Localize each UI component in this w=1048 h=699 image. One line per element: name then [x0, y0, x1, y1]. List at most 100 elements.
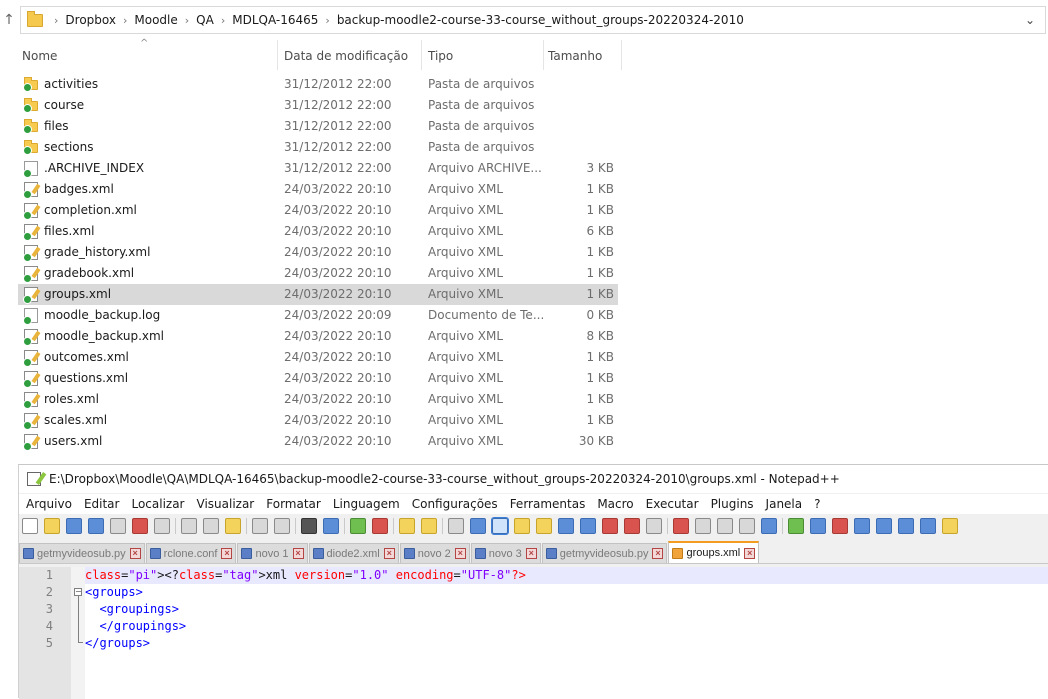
file-row[interactable]: activities 31/12/2012 22:00 Pasta de arqui…	[18, 74, 618, 95]
breadcrumb-item[interactable]: QA	[192, 13, 218, 27]
compare-diff-icon[interactable]	[832, 518, 848, 534]
file-tab[interactable]: diode2.xml ×	[308, 543, 399, 563]
column-header-size[interactable]: Tamanho	[544, 40, 622, 70]
replace-icon[interactable]	[323, 518, 339, 534]
first-diff-icon[interactable]	[854, 518, 870, 534]
show-all-chars-icon[interactable]	[470, 518, 486, 534]
new-file-icon[interactable]	[22, 518, 38, 534]
file-row[interactable]: gradebook.xml 24/03/2022 20:10 Arquivo XML…	[18, 263, 618, 284]
close-icon[interactable]: ×	[744, 547, 756, 559]
zoom-in-icon[interactable]	[350, 518, 366, 534]
undo-icon[interactable]	[252, 518, 268, 534]
view-icon[interactable]	[646, 518, 662, 534]
menu-item[interactable]: Arquivo	[21, 497, 77, 511]
menu-item[interactable]: Localizar	[126, 497, 189, 511]
close-file-icon[interactable]	[110, 518, 126, 534]
document-list-icon[interactable]	[558, 518, 574, 534]
address-bar[interactable]: › Dropbox › Moodle › QA › MDLQA-16465 › …	[20, 6, 1046, 34]
file-tab[interactable]: groups.xml ×	[668, 541, 760, 563]
close-icon[interactable]: ×	[221, 548, 233, 559]
editor-area[interactable]: 1 2 3 4 5 − class="pi"><?class="tag">xml ver…	[19, 567, 1048, 699]
menu-item[interactable]: Executar	[641, 497, 704, 511]
monitoring-icon[interactable]	[624, 518, 640, 534]
close-icon[interactable]: ×	[292, 548, 304, 559]
breadcrumb-item[interactable]: Moodle	[130, 13, 181, 27]
file-row[interactable]: roles.xml 24/03/2022 20:10 Arquivo XML 1 KB	[18, 389, 618, 410]
code-text[interactable]: class="pi"><?class="tag">xml version="1.…	[85, 567, 1048, 652]
run-macro-multiple-icon[interactable]	[739, 518, 755, 534]
file-tab[interactable]: getmyvideosub.py ×	[541, 543, 668, 563]
column-header-type[interactable]: Tipo	[424, 40, 544, 70]
save-icon[interactable]	[66, 518, 82, 534]
menu-item[interactable]: Visualizar	[192, 497, 260, 511]
zoom-out-icon[interactable]	[372, 518, 388, 534]
menu-item[interactable]: Macro	[592, 497, 638, 511]
stop-macro-icon[interactable]	[695, 518, 711, 534]
xml-check-icon[interactable]	[788, 518, 804, 534]
breadcrumb-item[interactable]: backup-moodle2-course-33-course_without_…	[333, 13, 748, 27]
folder-workspace-icon[interactable]	[602, 518, 618, 534]
redo-icon[interactable]	[274, 518, 290, 534]
file-row[interactable]: course 31/12/2012 22:00 Pasta de arquivos	[18, 95, 618, 116]
file-row[interactable]: moodle_backup.log 24/03/2022 20:09 Documen…	[18, 305, 618, 326]
chevron-down-icon[interactable]: ⌄	[1025, 13, 1035, 27]
menu-item[interactable]: Configurações	[407, 497, 503, 511]
play-macro-icon[interactable]	[717, 518, 733, 534]
file-row[interactable]: sections 31/12/2012 22:00 Pasta de arquivo…	[18, 137, 618, 158]
document-map-icon[interactable]	[536, 518, 552, 534]
file-row[interactable]: badges.xml 24/03/2022 20:10 Arquivo XML 1 K…	[18, 179, 618, 200]
file-tab[interactable]: getmyvideosub.py ×	[19, 543, 145, 563]
file-tab[interactable]: novo 2 ×	[399, 543, 470, 563]
menu-item[interactable]: Linguagem	[328, 497, 405, 511]
file-row[interactable]: outcomes.xml 24/03/2022 20:10 Arquivo XML 1…	[18, 347, 618, 368]
file-row[interactable]: scales.xml 24/03/2022 20:10 Arquivo XML 1 K…	[18, 410, 618, 431]
file-row[interactable]: users.xml 24/03/2022 20:10 Arquivo XML 30 K…	[18, 431, 618, 452]
close-icon[interactable]: ×	[383, 548, 395, 559]
file-row[interactable]: files 31/12/2012 22:00 Pasta de arquivos	[18, 116, 618, 137]
user-language-icon[interactable]	[514, 518, 530, 534]
indent-guide-icon[interactable]	[491, 517, 509, 535]
find-icon[interactable]	[301, 518, 317, 534]
file-row[interactable]: questions.xml 24/03/2022 20:10 Arquivo XML…	[18, 368, 618, 389]
file-row[interactable]: groups.xml 24/03/2022 20:10 Arquivo XML 1 K…	[18, 284, 618, 305]
breadcrumb-item[interactable]: Dropbox	[61, 13, 120, 27]
file-row[interactable]: grade_history.xml 24/03/2022 20:10 Arquivo…	[18, 242, 618, 263]
menu-item[interactable]: Ferramentas	[505, 497, 591, 511]
file-tab[interactable]: novo 3 ×	[470, 543, 541, 563]
breadcrumb-item[interactable]: MDLQA-16465	[228, 13, 322, 27]
column-header-name[interactable]: Nome	[18, 40, 278, 70]
file-row[interactable]: moodle_backup.xml 24/03/2022 20:10 Arquivo…	[18, 326, 618, 347]
file-tab[interactable]: novo 1 ×	[237, 543, 308, 563]
next-diff-icon[interactable]	[898, 518, 914, 534]
fold-minus-icon[interactable]: −	[74, 588, 82, 596]
menu-item[interactable]: Plugins	[706, 497, 759, 511]
compare-icon[interactable]	[810, 518, 826, 534]
up-arrow-icon[interactable]: ↑	[2, 10, 16, 30]
save-all-icon[interactable]	[88, 518, 104, 534]
copy-icon[interactable]	[203, 518, 219, 534]
title-bar[interactable]: E:\Dropbox\Moodle\QA\MDLQA-16465\backup-…	[19, 465, 1048, 493]
record-macro-icon[interactable]	[673, 518, 689, 534]
close-icon[interactable]: ×	[454, 548, 466, 559]
menu-item[interactable]: ?	[809, 497, 825, 511]
menu-item[interactable]: Janela	[761, 497, 808, 511]
menu-item[interactable]: Formatar	[261, 497, 326, 511]
prev-diff-icon[interactable]	[876, 518, 892, 534]
column-header-date[interactable]: Data de modificação	[280, 40, 422, 70]
navigation-bar-icon[interactable]	[942, 518, 958, 534]
paste-icon[interactable]	[225, 518, 241, 534]
save-macro-icon[interactable]	[761, 518, 777, 534]
close-icon[interactable]: ×	[525, 548, 537, 559]
menu-item[interactable]: Editar	[79, 497, 125, 511]
file-row[interactable]: completion.xml 24/03/2022 20:10 Arquivo XM…	[18, 200, 618, 221]
cut-icon[interactable]	[181, 518, 197, 534]
function-list-icon[interactable]	[580, 518, 596, 534]
file-row[interactable]: files.xml 24/03/2022 20:10 Arquivo XML 6 KB	[18, 221, 618, 242]
close-all-icon[interactable]	[132, 518, 148, 534]
sync-horizontal-icon[interactable]	[421, 518, 437, 534]
open-file-icon[interactable]	[44, 518, 60, 534]
close-icon[interactable]: ×	[129, 548, 141, 559]
file-row[interactable]: .ARCHIVE_INDEX 31/12/2012 22:00 Arquivo AR…	[18, 158, 618, 179]
sync-vertical-icon[interactable]	[399, 518, 415, 534]
word-wrap-icon[interactable]	[448, 518, 464, 534]
